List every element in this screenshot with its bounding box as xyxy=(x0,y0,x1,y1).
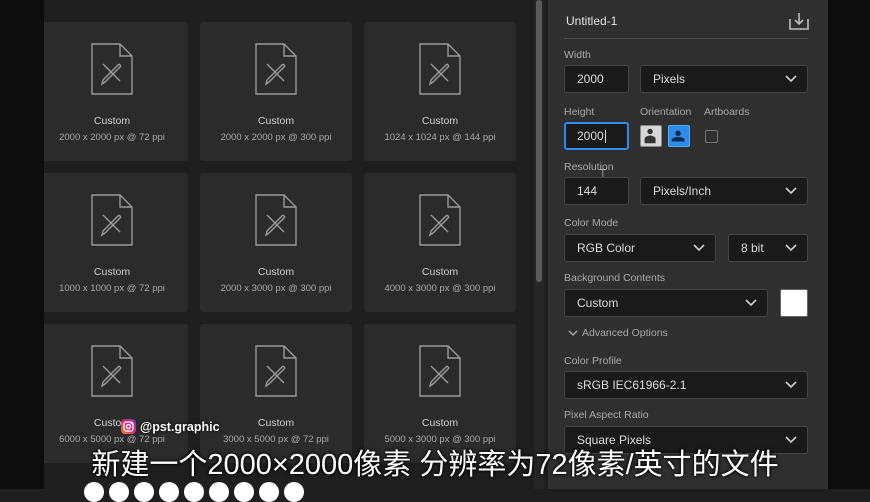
document-pencil-icon xyxy=(419,345,461,397)
resolution-input[interactable]: 144 xyxy=(564,177,629,205)
preset-spec: 1024 x 1024 px @ 144 ppi xyxy=(384,132,496,143)
document-name-input[interactable]: Untitled-1 xyxy=(566,14,617,28)
chevron-down-icon xyxy=(568,329,578,336)
portrait-orientation-button[interactable] xyxy=(640,125,662,147)
background-contents-label: Background Contents xyxy=(564,272,665,284)
color-mode-select[interactable]: RGB Color xyxy=(564,234,716,262)
height-label: Height xyxy=(564,106,595,118)
document-pencil-icon xyxy=(91,345,133,397)
partial-next-subtitle xyxy=(84,482,304,502)
chevron-down-icon xyxy=(693,244,705,252)
width-value: 2000 xyxy=(577,72,604,86)
preset-tile[interactable]: Custom 1000 x 1000 px @ 72 ppi xyxy=(44,173,188,312)
width-input[interactable]: 2000 xyxy=(564,65,629,93)
color-profile-select[interactable]: sRGB IEC61966-2.1 xyxy=(564,371,808,399)
text-caret xyxy=(604,129,606,143)
pixel-aspect-label: Pixel Aspect Ratio xyxy=(564,409,649,421)
chevron-down-icon xyxy=(785,381,797,389)
bit-depth-select[interactable]: 8 bit xyxy=(728,234,808,262)
artboards-checkbox[interactable] xyxy=(705,130,718,143)
preset-name: Custom xyxy=(421,266,459,278)
orientation-label: Orientation xyxy=(640,106,692,118)
artboards-label: Artboards xyxy=(704,106,750,118)
preset-tile[interactable]: Custom 1024 x 1024 px @ 144 ppi xyxy=(364,22,516,161)
left-edge xyxy=(0,0,44,489)
width-unit-value: Pixels xyxy=(653,72,686,86)
video-subtitle: 新建一个2000×2000像素 分辨率为72像素/英寸的文件 xyxy=(91,449,779,481)
document-name-underline xyxy=(564,38,808,39)
advanced-options-toggle[interactable]: Advanced Options xyxy=(568,327,668,339)
document-pencil-icon xyxy=(255,345,297,397)
background-color-swatch[interactable] xyxy=(780,289,808,317)
preset-name: Custom xyxy=(93,266,131,278)
resolution-unit-value: Pixels/Inch xyxy=(653,184,712,198)
watermark: @pst.graphic xyxy=(121,419,220,434)
save-preset-icon[interactable] xyxy=(788,11,810,31)
chevron-down-icon xyxy=(745,299,757,307)
document-pencil-icon xyxy=(419,194,461,246)
document-pencil-icon xyxy=(91,194,133,246)
preset-name: Custom xyxy=(93,115,131,127)
resolution-unit-select[interactable]: Pixels/Inch xyxy=(640,177,808,205)
preset-spec: 4000 x 3000 px @ 300 ppi xyxy=(384,283,496,294)
color-mode-label: Color Mode xyxy=(564,217,619,229)
preset-name: Custom xyxy=(421,417,459,429)
color-profile-value: sRGB IEC61966-2.1 xyxy=(577,378,687,392)
background-contents-select[interactable]: Custom xyxy=(564,289,768,317)
landscape-person-icon xyxy=(671,130,685,142)
height-input[interactable]: 2000 xyxy=(564,122,629,150)
preset-tile[interactable]: Custom 2000 x 2000 px @ 72 ppi xyxy=(44,22,188,161)
preset-tile[interactable]: Custom 4000 x 3000 px @ 300 ppi xyxy=(364,173,516,312)
height-value: 2000 xyxy=(577,129,604,143)
preset-name: Custom xyxy=(257,115,295,127)
resolution-value: 144 xyxy=(577,184,598,198)
preset-name: Custom xyxy=(257,417,295,429)
preset-spec: 1000 x 1000 px @ 72 ppi xyxy=(59,283,165,294)
preset-grid: Custom 2000 x 2000 px @ 72 ppi Custom 20… xyxy=(44,0,532,489)
chevron-down-icon xyxy=(785,187,797,195)
preset-name: Custom xyxy=(421,115,459,127)
watermark-handle: @pst.graphic xyxy=(140,419,220,434)
document-pencil-icon xyxy=(255,194,297,246)
color-profile-label: Color Profile xyxy=(564,355,622,367)
preset-tile[interactable]: Custom 2000 x 3000 px @ 300 ppi xyxy=(200,173,352,312)
preset-scrollbar-thumb[interactable] xyxy=(536,0,542,282)
document-pencil-icon xyxy=(91,43,133,95)
chevron-down-icon xyxy=(785,244,797,252)
document-pencil-icon xyxy=(255,43,297,95)
portrait-person-icon xyxy=(644,128,656,144)
right-edge xyxy=(828,0,870,489)
preset-spec: 2000 x 2000 px @ 72 ppi xyxy=(59,132,165,143)
preset-spec: 2000 x 2000 px @ 300 ppi xyxy=(220,132,332,143)
preset-tile[interactable]: Custom 2000 x 2000 px @ 300 ppi xyxy=(200,22,352,161)
chevron-down-icon xyxy=(785,75,797,83)
background-contents-value: Custom xyxy=(577,296,619,310)
advanced-options-label: Advanced Options xyxy=(582,327,668,339)
preset-name: Custom xyxy=(257,266,295,278)
instagram-icon xyxy=(121,419,136,434)
landscape-orientation-button[interactable] xyxy=(668,125,690,147)
document-pencil-icon xyxy=(419,43,461,95)
width-label: Width xyxy=(564,49,591,61)
bit-depth-value: 8 bit xyxy=(741,241,764,255)
color-mode-value: RGB Color xyxy=(577,241,636,255)
width-unit-select[interactable]: Pixels xyxy=(640,65,808,93)
preset-spec: 2000 x 3000 px @ 300 ppi xyxy=(220,283,332,294)
